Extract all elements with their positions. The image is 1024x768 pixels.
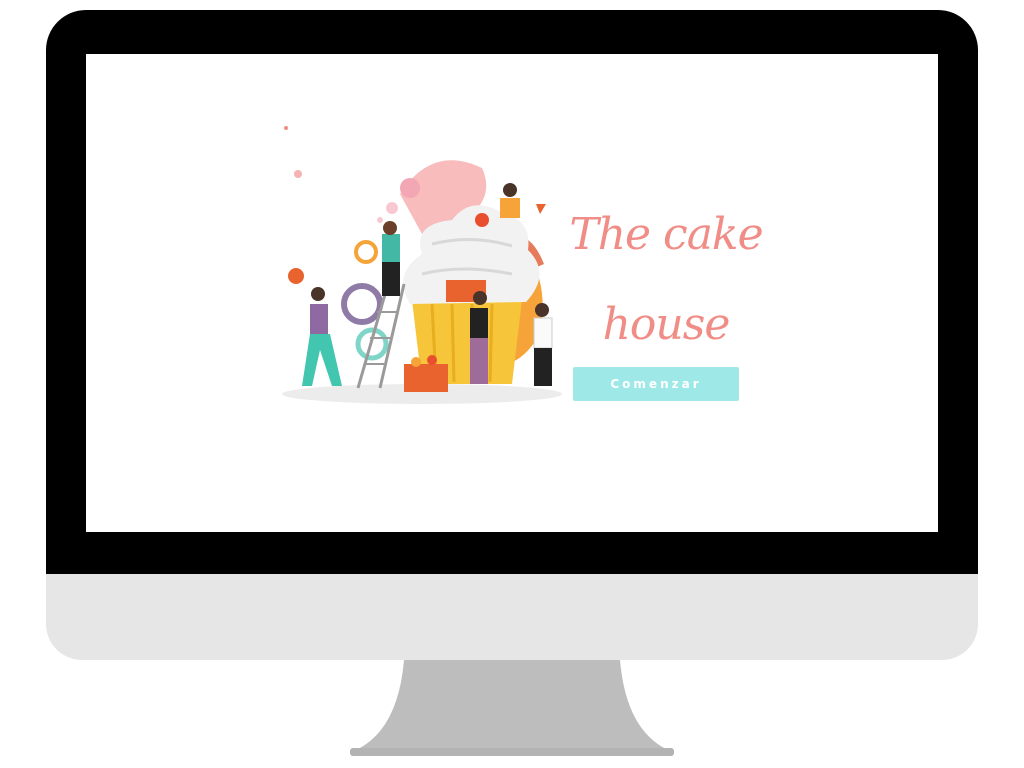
- start-button[interactable]: Comenzar: [573, 367, 739, 401]
- cupcake-illustration: [282, 126, 562, 404]
- title-line-2: house: [602, 299, 731, 350]
- screen: The cake house Comenzar: [86, 54, 938, 532]
- page-title: The cake house: [556, 190, 776, 370]
- title-line-1: The cake: [569, 209, 763, 260]
